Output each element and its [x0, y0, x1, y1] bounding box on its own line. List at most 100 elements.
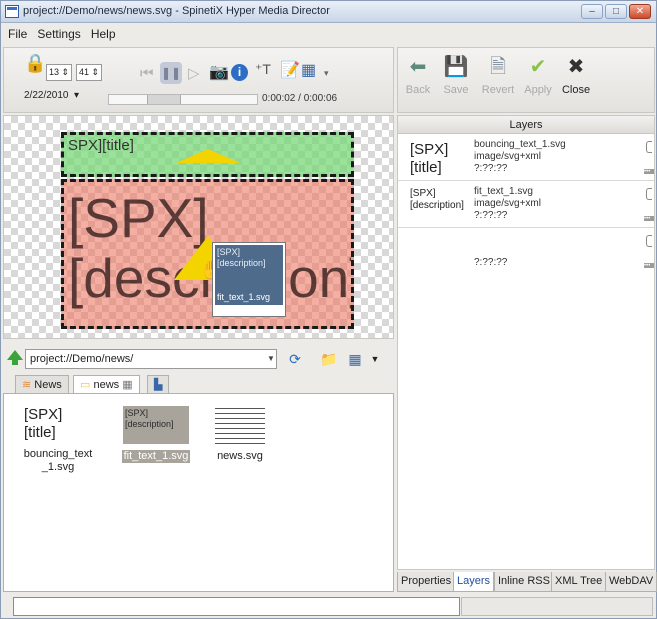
spinbox-minutes[interactable]: 41 ⇕	[76, 64, 103, 81]
tab-inline-rss[interactable]: Inline RSS	[494, 572, 554, 592]
layer-info: bouncing_text_1.svg image/svg+xml ?:??:?…	[474, 139, 566, 175]
layer-file: bouncing_text_1.svg	[474, 139, 566, 150]
close-label: Close	[561, 84, 591, 96]
spinbox-hours-value: 13	[49, 67, 60, 77]
app-window: project://Demo/news/news.svg - SpinetiX …	[0, 0, 657, 619]
right-pane: ⬅ Back 💾 Save 🗎 Revert ✔ Apply ✖ Close L…	[397, 47, 657, 592]
description-layer[interactable]: [SPX] [description] ✋	[61, 179, 354, 329]
tab-media[interactable]: ▙	[147, 375, 170, 393]
camera-icon[interactable]: 📷	[209, 65, 229, 81]
title-bar: project://Demo/news/news.svg - SpinetiX …	[1, 1, 656, 23]
refresh-icon[interactable]: ⟳	[285, 349, 305, 369]
more-button[interactable]: •••	[644, 216, 654, 222]
tab-webdav[interactable]: WebDAV	[605, 572, 657, 592]
back-arrow-icon: ⬅	[409, 56, 427, 78]
layer-name: [SPX] [title]	[410, 141, 449, 176]
tab-properties[interactable]: Properties	[397, 572, 456, 592]
popup-thumbnail: [SPX] [description]	[215, 245, 283, 289]
grid-view-icon[interactable]: ▦	[345, 349, 365, 369]
player-toolbar: 🔒 13 ⇕ 41 ⇕ ⏮ ❚❚ ▷ 📷 i ⁺T 📝 ▦ ▾ 2/22/201…	[3, 47, 394, 113]
status-input[interactable]	[13, 597, 460, 616]
tab-news-rss[interactable]: ≋ News	[15, 375, 69, 393]
info-icon[interactable]: i	[231, 64, 248, 81]
layer-row[interactable]: ?:??:?? •••	[398, 229, 654, 275]
save-icon: 💾	[443, 56, 469, 78]
tab-layers[interactable]: Layers	[453, 572, 495, 592]
layers-panel: Layers [SPX] [title] bouncing_text_1.svg…	[397, 115, 655, 570]
up-arrow-stem	[12, 359, 18, 365]
image-icon: ▙	[154, 379, 163, 391]
layout-dropdown-icon[interactable]: ▾	[324, 66, 329, 81]
play-icon[interactable]: ▷	[188, 66, 200, 81]
save-button[interactable]: 💾 Save	[436, 54, 476, 96]
file-thumbnail	[215, 406, 265, 444]
file-name: news.svg	[217, 450, 263, 462]
more-button[interactable]: •••	[644, 169, 654, 175]
path-input[interactable]: project://Demo/news/	[25, 349, 277, 369]
close-x-icon: ✖	[567, 56, 585, 78]
back-label: Back	[405, 84, 431, 96]
save-label: Save	[443, 84, 469, 96]
popup-filename: fit_text_1.svg	[215, 289, 283, 305]
file-item[interactable]: news.svg	[200, 406, 280, 463]
lock-icon[interactable]: 🔒	[24, 54, 46, 72]
menu-help[interactable]: Help	[91, 27, 116, 41]
layer-row[interactable]: [SPX] [title] bouncing_text_1.svg image/…	[398, 135, 654, 181]
layout-icon[interactable]: ▦	[301, 63, 316, 79]
layer-time: ?:??:??	[474, 210, 508, 221]
folder-icon[interactable]: 📁	[319, 349, 339, 369]
timeline-handle[interactable]	[147, 95, 181, 104]
close-button[interactable]: ✖ Close	[556, 54, 596, 96]
status-bar	[1, 595, 656, 618]
panel-tabs: Properties Layers Inline RSS XML Tree We…	[397, 572, 657, 592]
preview-canvas[interactable]: SPX][title] [SPX] [description] ✋ [SPX] …	[3, 115, 394, 339]
tab-close-icon[interactable]: ▦	[122, 379, 132, 391]
title-layer[interactable]: SPX][title]	[61, 132, 354, 177]
file-name: bouncing_text _1.svg	[23, 448, 93, 473]
path-bar: project://Demo/news/ ▼ ⟳ 📁 ▦ ▼	[3, 345, 394, 373]
warning-icon	[176, 149, 240, 163]
menu-settings[interactable]: Settings	[37, 27, 80, 41]
path-dropdown-icon[interactable]: ▼	[265, 349, 277, 369]
apply-label: Apply	[524, 84, 552, 96]
minimize-button[interactable]: –	[581, 4, 603, 19]
date-value: 2/22/2010	[24, 90, 69, 101]
edit-icon[interactable]: 📝	[280, 63, 300, 79]
tab-news-rss-label: News	[34, 379, 62, 391]
view-dropdown-icon[interactable]: ▼	[365, 349, 385, 369]
lock-icon[interactable]	[646, 141, 652, 153]
apply-button[interactable]: ✔ Apply	[518, 54, 558, 96]
menu-bar: File Settings Help	[1, 24, 656, 44]
pause-button[interactable]: ❚❚	[160, 62, 182, 84]
lock-icon[interactable]	[646, 188, 652, 200]
revert-button[interactable]: 🗎 Revert	[478, 54, 518, 96]
layers-header: Layers	[398, 116, 654, 134]
timeline-slider[interactable]	[108, 94, 258, 105]
maximize-button[interactable]: □	[605, 4, 627, 19]
add-text-icon[interactable]: ⁺T	[255, 62, 271, 77]
date-select[interactable]: 2/22/2010 ▾	[24, 90, 79, 101]
close-window-button[interactable]: ✕	[629, 4, 651, 19]
layer-info: ?:??:??	[474, 257, 507, 269]
file-item[interactable]: [SPX] [description] fit_text_1.svg	[116, 406, 196, 463]
file-item[interactable]: [SPX] [title] bouncing_text _1.svg	[18, 406, 98, 474]
layer-type: image/svg+xml	[474, 198, 541, 209]
skip-start-icon[interactable]: ⏮	[140, 66, 154, 81]
lock-icon[interactable]	[646, 235, 652, 247]
tab-news-folder[interactable]: ▭ news ▦	[73, 375, 140, 393]
menu-file[interactable]: File	[8, 27, 27, 41]
more-button[interactable]: •••	[644, 263, 654, 269]
left-pane: 🔒 13 ⇕ 41 ⇕ ⏮ ❚❚ ▷ 📷 i ⁺T 📝 ▦ ▾ 2/22/201…	[3, 47, 394, 592]
file-thumbnail: [SPX] [title]	[24, 406, 63, 441]
tab-xml-tree[interactable]: XML Tree	[551, 572, 607, 592]
status-right-field	[461, 597, 653, 616]
layer-time: ?:??:??	[474, 257, 508, 268]
edit-toolbar: ⬅ Back 💾 Save 🗎 Revert ✔ Apply ✖ Close	[397, 47, 655, 113]
checkmark-icon: ✔	[529, 56, 547, 78]
back-button[interactable]: ⬅ Back	[398, 54, 438, 96]
file-thumbnail: [SPX] [description]	[123, 406, 189, 444]
layer-info: fit_text_1.svg image/svg+xml ?:??:??	[474, 186, 541, 222]
layer-row[interactable]: [SPX] [description] fit_text_1.svg image…	[398, 182, 654, 228]
folder-icon: ▭	[80, 379, 91, 391]
spinbox-hours[interactable]: 13 ⇕	[46, 64, 73, 81]
